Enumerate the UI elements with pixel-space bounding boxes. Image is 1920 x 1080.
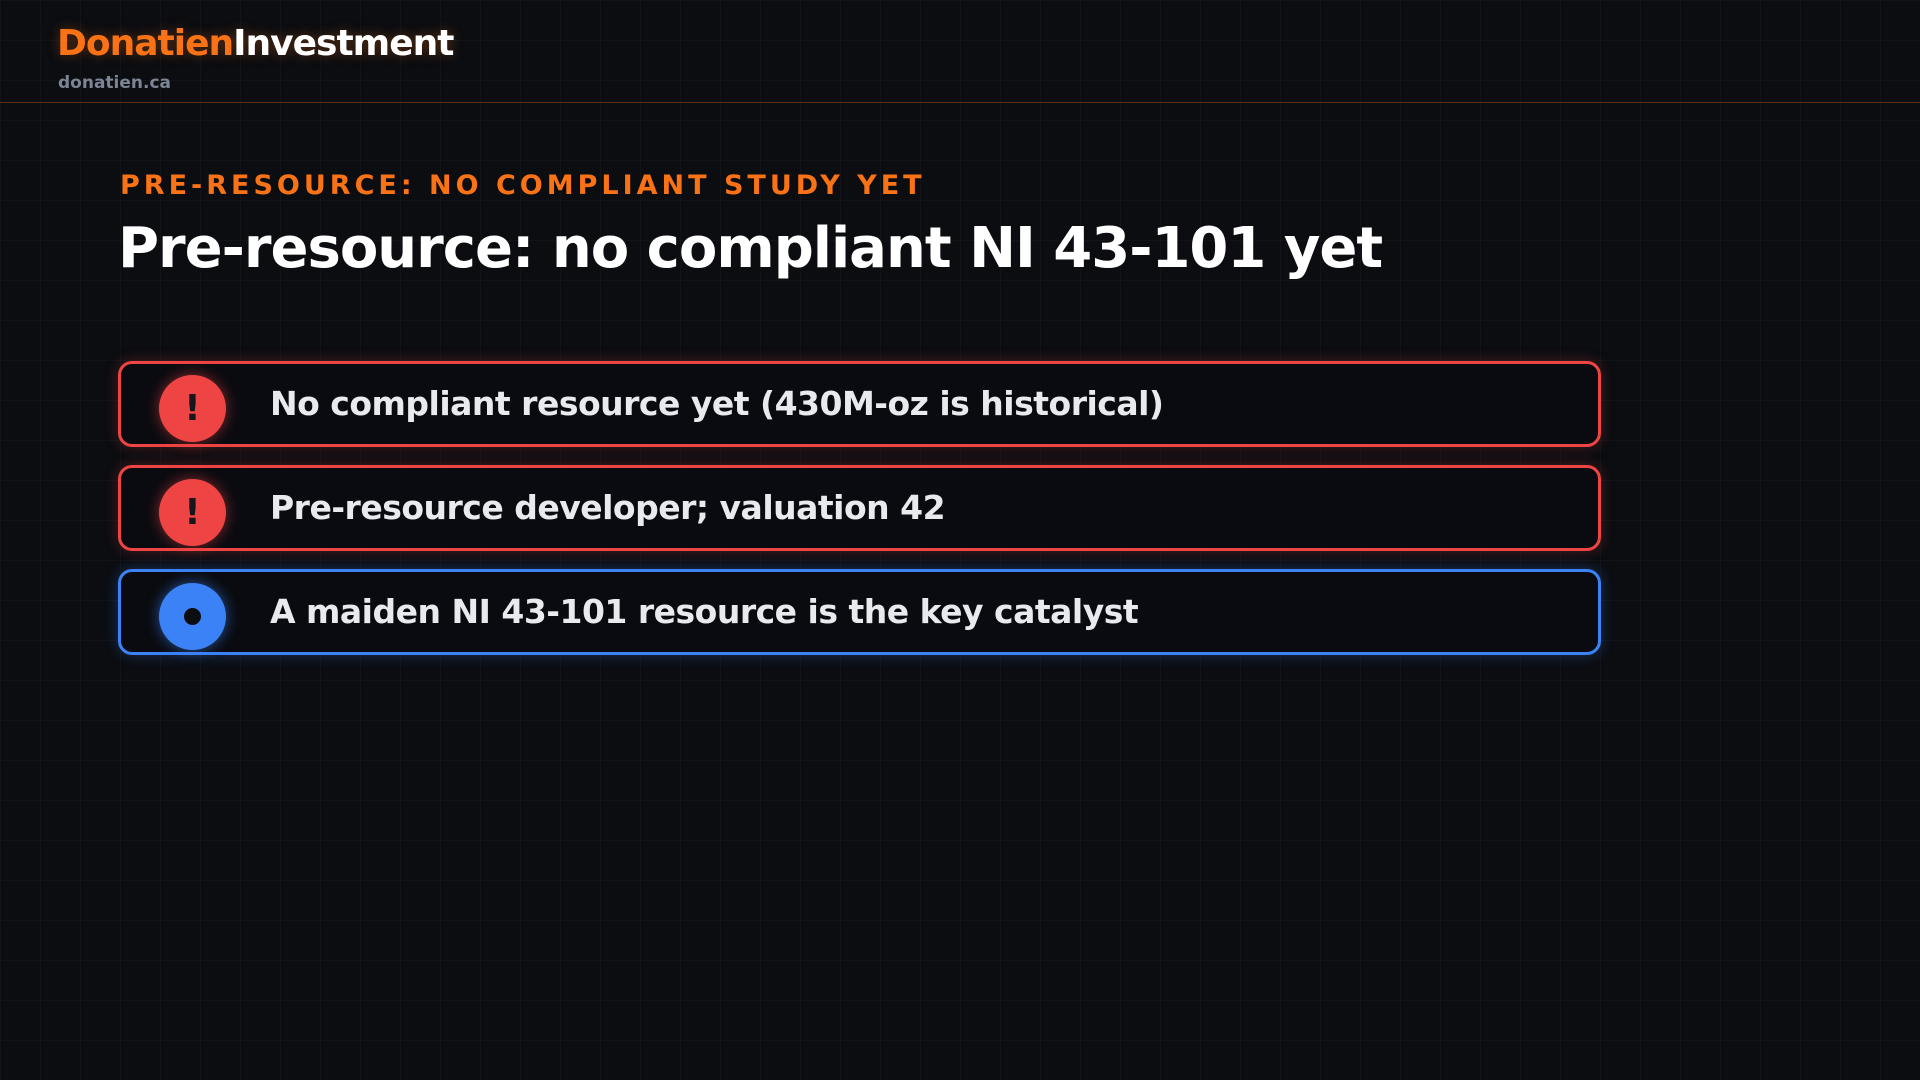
point-text: Pre-resource developer; valuation 42 [270, 488, 946, 527]
point-card-info: A maiden NI 43-101 resource is the key c… [118, 569, 1601, 655]
dot-icon [184, 608, 201, 625]
exclamation-icon: ! [184, 491, 201, 533]
slide-title: Pre-resource: no compliant NI 43-101 yet [118, 216, 1383, 281]
point-card-warning: ! No compliant resource yet (430M-oz is … [118, 361, 1601, 447]
slide-kicker: PRE-RESOURCE: NO COMPLIANT STUDY YET [120, 170, 926, 201]
warning-badge: ! [159, 479, 226, 546]
exclamation-icon: ! [184, 387, 201, 429]
header-bar: DonatienInvestment donatien.ca [0, 0, 1920, 103]
point-text: No compliant resource yet (430M-oz is hi… [270, 384, 1164, 423]
brand-domain: donatien.ca [58, 73, 172, 93]
point-card-warning: ! Pre-resource developer; valuation 42 [118, 465, 1601, 551]
brand-secondary: Investment [233, 23, 454, 64]
brand-primary: Donatien [57, 23, 234, 64]
point-list: ! No compliant resource yet (430M-oz is … [118, 361, 1601, 673]
brand-logo: DonatienInvestment [57, 22, 454, 66]
warning-badge: ! [159, 375, 226, 442]
info-badge [159, 583, 226, 650]
point-text: A maiden NI 43-101 resource is the key c… [270, 592, 1139, 631]
